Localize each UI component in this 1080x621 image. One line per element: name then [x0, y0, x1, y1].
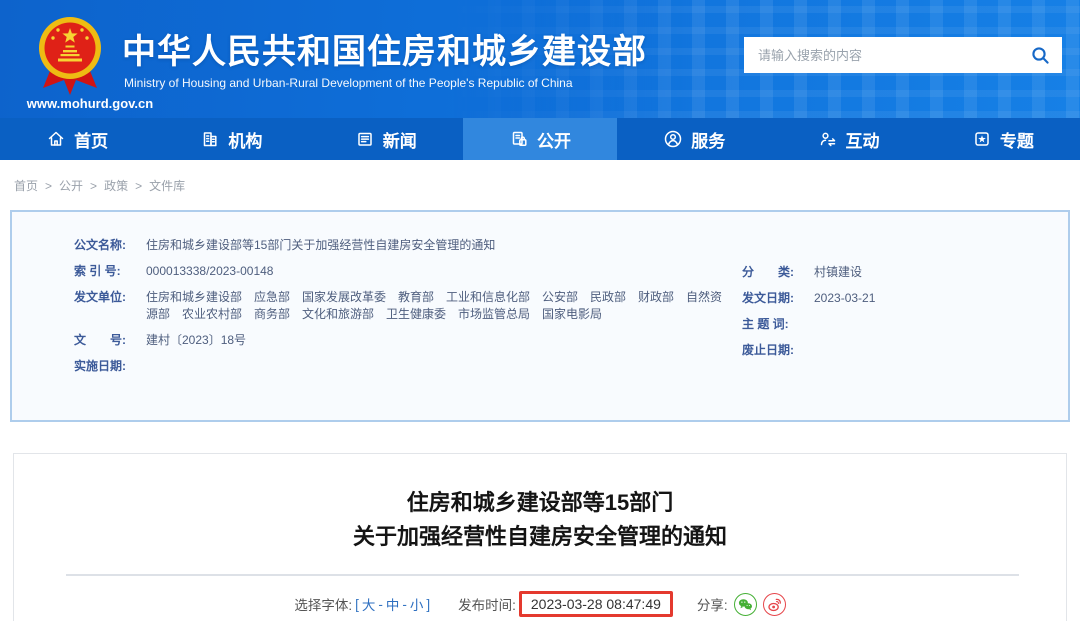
meta-row-effective-date: 实施日期:	[74, 358, 728, 375]
meta-value: 住房和城乡建设部等15部门关于加强经营性自建房安全管理的通知	[146, 238, 496, 252]
breadcrumb-current: 文件库	[149, 179, 186, 193]
nav-item-organization[interactable]: 机构	[154, 118, 308, 160]
meta-label: 废止日期:	[742, 343, 794, 357]
meta-value: 村镇建设	[814, 265, 863, 279]
search-input[interactable]	[758, 47, 1031, 63]
bracket-close: ]	[426, 596, 431, 612]
meta-row-issuing-units: 发文单位: 住房和城乡建设部 应急部 国家发展改革委 教育部 工业和信息化部 公…	[74, 289, 728, 323]
meta-label: 主 题 词:	[742, 317, 789, 331]
search-bar	[744, 37, 1062, 73]
meta-row-document-title: 公文名称: 住房和城乡建设部等15部门关于加强经营性自建房安全管理的通知	[74, 237, 728, 254]
nav-label: 首页	[74, 131, 109, 151]
meta-value: 2023-03-21	[814, 291, 876, 305]
site-subtitle: Ministry of Housing and Urban-Rural Deve…	[124, 76, 573, 90]
nav-label: 专题	[999, 131, 1034, 151]
nav-label: 公开	[536, 131, 571, 151]
wechat-icon[interactable]	[733, 592, 757, 616]
meta-row-keywords: 主 题 词:	[742, 316, 1044, 333]
topic-star-icon	[972, 129, 992, 149]
breadcrumb-separator: >	[45, 178, 53, 193]
meta-label: 索 引 号:	[74, 264, 121, 278]
nav-item-interaction[interactable]: 互动	[771, 118, 925, 160]
home-icon	[46, 129, 66, 149]
breadcrumb-home[interactable]: 首页	[14, 177, 38, 194]
meta-label: 实施日期:	[74, 359, 126, 373]
breadcrumb-policy[interactable]: 政策	[104, 177, 128, 194]
nav-item-news[interactable]: 新闻	[309, 118, 463, 160]
font-size-medium-button[interactable]: 中	[386, 594, 400, 614]
meta-row-index-number: 索 引 号: 000013338/2023-00148	[74, 263, 728, 280]
article-title-line2: 关于加强经营性自建房安全管理的通知	[352, 524, 727, 549]
search-icon[interactable]	[1031, 46, 1050, 65]
font-separator: -	[402, 596, 407, 612]
font-separator: -	[378, 596, 383, 612]
national-emblem	[36, 12, 104, 101]
interaction-icon	[818, 129, 838, 149]
nav-label: 服务	[691, 131, 726, 151]
news-icon	[355, 129, 375, 149]
article-title: 住房和城乡建设部等15部门 关于加强经营性自建房安全管理的通知	[14, 486, 1066, 554]
article-panel: 住房和城乡建设部等15部门 关于加强经营性自建房安全管理的通知 选择字体: [ …	[13, 453, 1067, 621]
meta-label: 发文日期:	[742, 291, 794, 305]
share-group: 分享:	[696, 592, 786, 616]
font-size-large-button[interactable]: 大	[362, 594, 376, 614]
font-size-small-button[interactable]: 小	[410, 594, 424, 614]
meta-label: 文 号:	[74, 333, 126, 347]
meta-row-document-number: 文 号: 建村〔2023〕18号	[74, 332, 728, 349]
breadcrumb: 首页 > 公开 > 政策 > 文件库	[14, 177, 185, 194]
breadcrumb-disclosure[interactable]: 公开	[59, 177, 83, 194]
nav-label: 机构	[228, 131, 263, 151]
disclosure-lock-icon	[509, 129, 529, 149]
publish-time-highlighted: 2023-03-28 08:47:49	[518, 591, 673, 617]
main-nav: 首页 机构 新闻 公开 服务 互动 专题	[0, 118, 1080, 160]
service-person-icon	[663, 129, 683, 149]
breadcrumb-separator: >	[135, 178, 143, 193]
breadcrumb-separator: >	[90, 178, 98, 193]
meta-row-issue-date: 发文日期: 2023-03-21	[742, 290, 1044, 307]
meta-row-category: 分 类: 村镇建设	[742, 264, 1044, 281]
share-label: 分享:	[696, 598, 728, 613]
nav-item-home[interactable]: 首页	[0, 118, 154, 160]
publish-time-group: 发布时间: 2023-03-28 08:47:49	[458, 591, 673, 617]
title-divider	[66, 574, 1019, 576]
nav-label: 新闻	[382, 131, 417, 151]
bracket-open: [	[355, 596, 359, 612]
meta-row-repeal-date: 废止日期:	[742, 342, 1044, 359]
meta-label: 分 类:	[742, 265, 794, 279]
meta-value: 住房和城乡建设部 应急部 国家发展改革委 教育部 工业和信息化部 公安部 民政部…	[146, 290, 723, 321]
font-size-selector: 选择字体: [ 大 - 中 - 小 ]	[294, 594, 430, 614]
metadata-right-column: 分 类: 村镇建设 发文日期: 2023-03-21 主 题 词: 废止日期:	[742, 237, 1044, 420]
metadata-left-column: 公文名称: 住房和城乡建设部等15部门关于加强经营性自建房安全管理的通知 索 引…	[74, 237, 742, 420]
meta-label: 发文单位:	[74, 290, 126, 304]
nav-item-services[interactable]: 服务	[617, 118, 771, 160]
meta-value: 建村〔2023〕18号	[146, 333, 247, 347]
mohurd-portal-page: www.mohurd.gov.cn 中华人民共和国住房和城乡建设部 Minist…	[0, 0, 1080, 621]
site-url: www.mohurd.gov.cn	[26, 96, 154, 111]
organization-icon	[200, 129, 220, 149]
document-metadata-panel: 公文名称: 住房和城乡建设部等15部门关于加强经营性自建房安全管理的通知 索 引…	[10, 210, 1070, 422]
nav-item-disclosure[interactable]: 公开	[462, 118, 618, 160]
article-info-bar: 选择字体: [ 大 - 中 - 小 ] 发布时间: 2023-03-28 08:…	[14, 591, 1066, 617]
site-header: www.mohurd.gov.cn 中华人民共和国住房和城乡建设部 Minist…	[0, 0, 1080, 118]
site-title: 中华人民共和国住房和城乡建设部	[122, 33, 647, 71]
nav-label: 互动	[845, 131, 880, 151]
meta-value: 000013338/2023-00148	[146, 264, 274, 278]
weibo-icon[interactable]	[762, 592, 786, 616]
nav-item-topics[interactable]: 专题	[926, 118, 1080, 160]
meta-label: 公文名称:	[74, 238, 126, 252]
publish-time-label: 发布时间:	[458, 598, 516, 613]
article-title-line1: 住房和城乡建设部等15部门	[406, 490, 674, 515]
font-selector-label: 选择字体:	[294, 598, 353, 613]
